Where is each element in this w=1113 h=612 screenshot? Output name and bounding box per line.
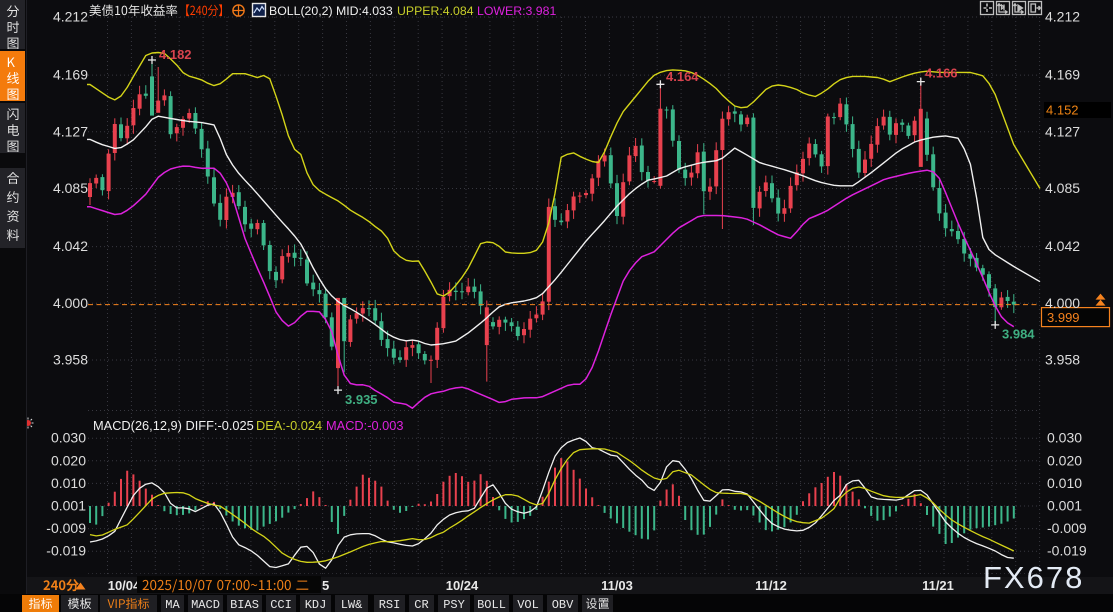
svg-text:4.127: 4.127 xyxy=(1045,123,1080,139)
svg-text:4.169: 4.169 xyxy=(1045,67,1080,83)
svg-text:11/12: 11/12 xyxy=(755,578,787,593)
svg-text:MACD:-0.003: MACD:-0.003 xyxy=(326,418,404,433)
svg-text:4.000: 4.000 xyxy=(1045,295,1080,311)
svg-text:VOL: VOL xyxy=(517,598,539,612)
svg-text:4.152: 4.152 xyxy=(1046,103,1079,118)
svg-text:BOLL(20,2) MID:4.033: BOLL(20,2) MID:4.033 xyxy=(269,4,393,18)
svg-text:MACD: MACD xyxy=(191,598,220,612)
svg-text:4.127: 4.127 xyxy=(53,123,88,139)
svg-text:0.010: 0.010 xyxy=(1047,475,1082,491)
svg-text:MA: MA xyxy=(165,598,180,612)
svg-text:CR: CR xyxy=(414,598,428,612)
svg-text:3.999: 3.999 xyxy=(1047,310,1080,325)
svg-text:0.030: 0.030 xyxy=(1047,430,1082,446)
svg-text:-0.019: -0.019 xyxy=(46,543,86,559)
svg-text:-0.009: -0.009 xyxy=(1047,520,1087,536)
svg-text:0.001: 0.001 xyxy=(1047,498,1082,514)
svg-text:3.935: 3.935 xyxy=(345,392,378,407)
svg-text:4.085: 4.085 xyxy=(53,180,88,196)
svg-text:LOWER:3.981: LOWER:3.981 xyxy=(477,4,556,18)
svg-text:-0.019: -0.019 xyxy=(1047,543,1087,559)
svg-text:0.001: 0.001 xyxy=(51,498,86,514)
svg-text:5: 5 xyxy=(322,578,329,593)
svg-text:3.958: 3.958 xyxy=(1045,352,1080,368)
svg-text:4.212: 4.212 xyxy=(53,9,88,25)
svg-text:MACD(26,12,9) DIFF:-0.025: MACD(26,12,9) DIFF:-0.025 xyxy=(93,418,254,433)
svg-text:4.042: 4.042 xyxy=(1045,238,1080,254)
svg-text:4.164: 4.164 xyxy=(666,69,699,84)
svg-text:4.000: 4.000 xyxy=(53,295,88,311)
svg-text:FX678: FX678 xyxy=(983,560,1084,595)
svg-text:RSI: RSI xyxy=(379,598,401,612)
svg-text:4.042: 4.042 xyxy=(53,238,88,254)
svg-text:KDJ: KDJ xyxy=(305,598,327,612)
svg-text:4.182: 4.182 xyxy=(159,47,192,62)
svg-text:-0.009: -0.009 xyxy=(46,520,86,536)
svg-text:OBV: OBV xyxy=(552,598,574,612)
svg-text:BIAS: BIAS xyxy=(230,598,259,612)
svg-text:CCI: CCI xyxy=(270,598,292,612)
svg-text:4.212: 4.212 xyxy=(1045,9,1080,25)
svg-text:11/21: 11/21 xyxy=(922,578,954,593)
svg-text:10/24: 10/24 xyxy=(446,578,479,593)
svg-text:4.085: 4.085 xyxy=(1045,180,1080,196)
svg-text:0.020: 0.020 xyxy=(51,452,86,468)
svg-text:UPPER:4.084: UPPER:4.084 xyxy=(397,4,474,18)
svg-text:3.958: 3.958 xyxy=(53,352,88,368)
svg-text:BOLL: BOLL xyxy=(477,598,506,612)
svg-text:3.984: 3.984 xyxy=(1002,327,1035,342)
svg-text:10/04: 10/04 xyxy=(108,578,141,593)
svg-text:0.010: 0.010 xyxy=(51,475,86,491)
svg-text:4.169: 4.169 xyxy=(53,67,88,83)
svg-text:4.166: 4.166 xyxy=(925,66,958,81)
svg-text:DEA:-0.024: DEA:-0.024 xyxy=(256,418,322,433)
svg-text:0.030: 0.030 xyxy=(51,430,86,446)
svg-text:PSY: PSY xyxy=(443,598,465,612)
svg-text:LW&: LW& xyxy=(341,598,363,612)
svg-text:11/03: 11/03 xyxy=(601,578,633,593)
svg-text:0.020: 0.020 xyxy=(1047,452,1082,468)
